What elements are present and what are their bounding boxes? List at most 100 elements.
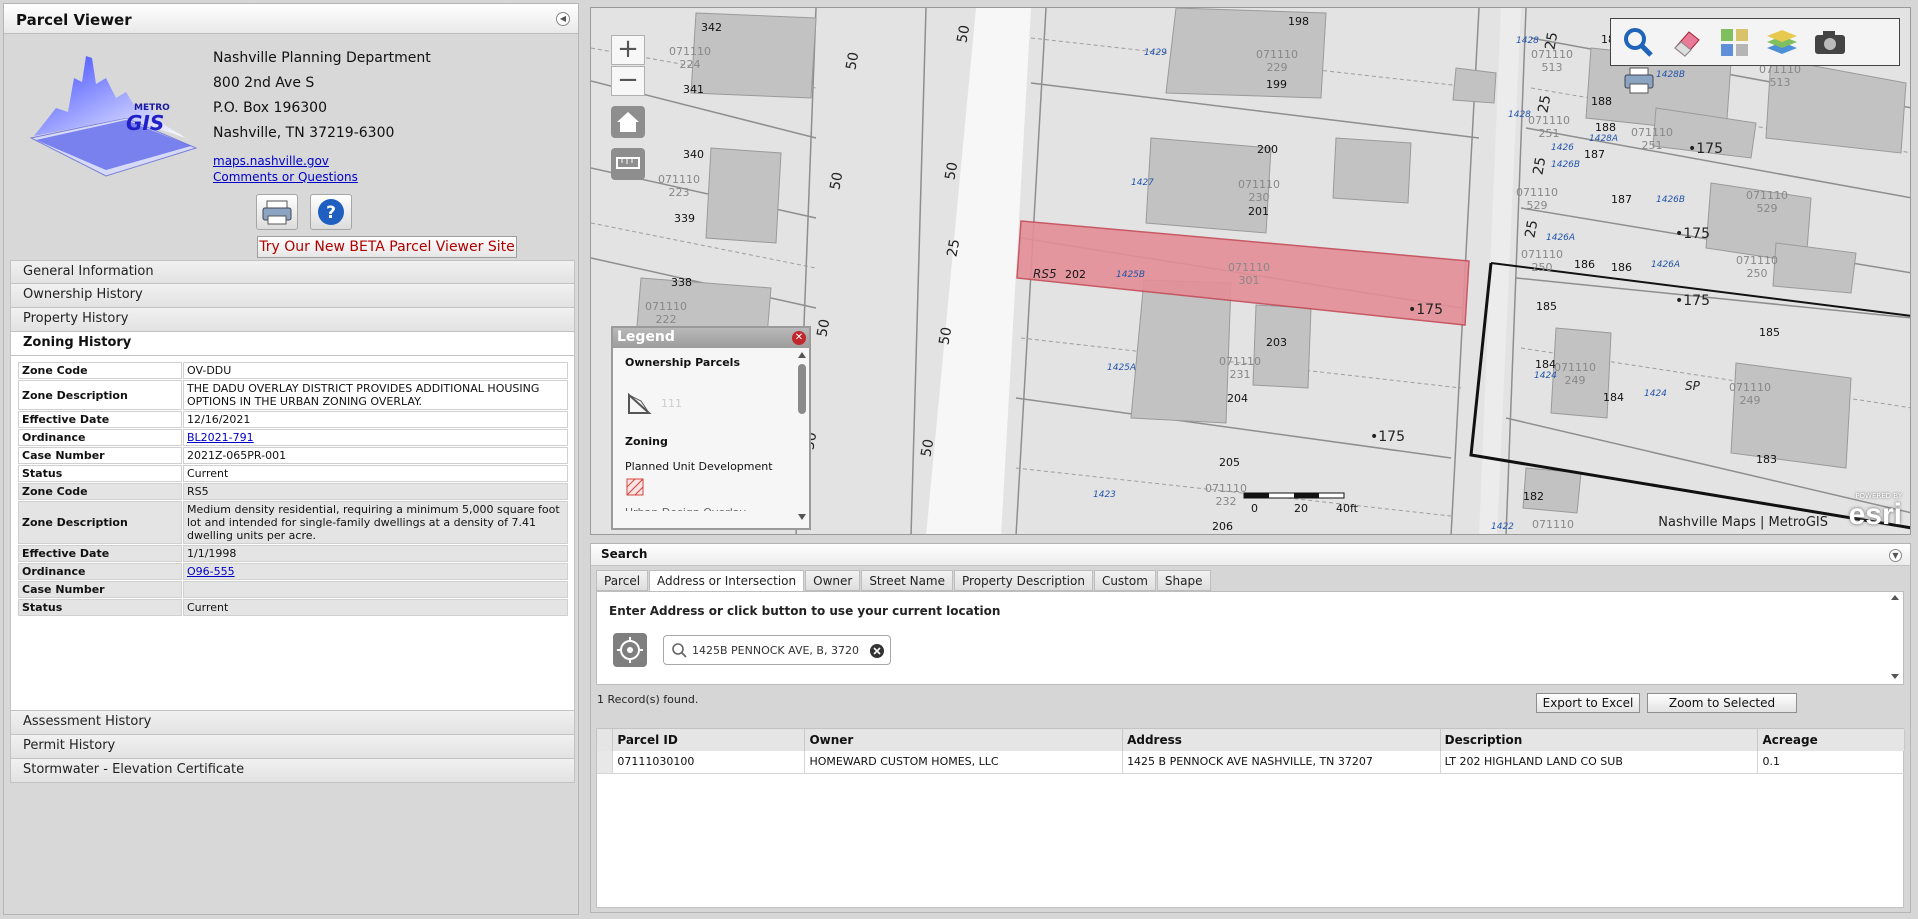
comments-link[interactable]: Comments or Questions	[213, 169, 358, 185]
legend-body[interactable]: Ownership Parcels 111 Zoning Planned Uni…	[613, 348, 809, 528]
column-header-parcel-id[interactable]: Parcel ID	[612, 729, 806, 751]
map-parcel-id: 071110	[1532, 518, 1574, 531]
tab-street-name[interactable]: Street Name	[861, 570, 953, 591]
map-house-number: 1426A	[1546, 233, 1576, 243]
map-label: 203	[1266, 336, 1287, 349]
map-toolbar	[1610, 18, 1900, 94]
elevation-label: 50	[954, 23, 974, 45]
zoom-to-selected-button[interactable]: Zoom to Selected	[1647, 693, 1797, 713]
zoom-in-button[interactable]: +	[611, 35, 645, 65]
zoning-row: Effective Date 1/1/1998	[18, 545, 568, 562]
help-button[interactable]: ?	[309, 194, 352, 230]
column-header-description[interactable]: Description	[1440, 729, 1759, 751]
map-label: 201	[1248, 205, 1269, 218]
map-house-number: 1424	[1534, 371, 1557, 381]
map-house-number: 1426A	[1651, 260, 1681, 270]
camera-icon	[1815, 31, 1846, 54]
collapse-search-icon[interactable]: ▼	[1889, 549, 1902, 562]
ordinance-link[interactable]: O96-555	[187, 565, 235, 578]
map-parcel-id: 071110 230	[1238, 178, 1280, 204]
ordinance-link[interactable]: BL2021-791	[187, 431, 254, 444]
column-header-acreage[interactable]: Acreage	[1757, 729, 1905, 751]
accordion-stormwater-elevation-certificate[interactable]: Stormwater - Elevation Certificate	[10, 759, 575, 783]
address-search-box[interactable]	[663, 635, 891, 665]
print-tool-button[interactable]	[1619, 63, 1659, 99]
zoning-row: Zone Description Medium density residenti…	[18, 501, 568, 544]
search-tool-button[interactable]	[1619, 24, 1659, 60]
eraser-tool-button[interactable]	[1667, 24, 1707, 60]
map-parcel-id: 071110 301	[1228, 261, 1270, 287]
map-house-number: 1428	[1516, 36, 1539, 46]
basemap-gallery-icon	[1720, 29, 1748, 56]
table-row[interactable]: 07111030100 HOMEWARD CUSTOM HOMES, LLC 142…	[597, 751, 1905, 774]
map-house-number: 1426B	[1551, 160, 1581, 170]
tab-shape[interactable]: Shape	[1156, 570, 1211, 591]
zoning-history-panel: Zone Code OV-DDU Zone Description THE DADU …	[10, 356, 575, 711]
map-label: 185	[1536, 300, 1557, 313]
basemap-tool-button[interactable]	[1715, 24, 1755, 60]
elevation-label: 25	[944, 237, 964, 259]
map-house-number: 1428	[1508, 110, 1531, 120]
measure-button[interactable]	[611, 148, 645, 180]
beta-site-button[interactable]: Try Our New BETA Parcel Viewer Site	[257, 236, 517, 258]
website-link[interactable]: maps.nashville.gov	[213, 153, 358, 169]
zoning-field-value: RS5	[183, 483, 568, 500]
export-excel-button[interactable]: Export to Excel	[1536, 693, 1640, 713]
accordion-ownership-history[interactable]: Ownership History	[10, 284, 575, 308]
elevation-label: 50	[936, 325, 956, 347]
address-search-input[interactable]	[692, 641, 860, 659]
accordion-property-history[interactable]: Property History	[10, 308, 575, 332]
zoning-row: Case Number	[18, 581, 568, 598]
clear-icon[interactable]	[868, 642, 886, 660]
printer-icon	[1624, 67, 1654, 94]
zoning-field-value: 2021Z-065PR-001	[183, 447, 568, 464]
collapse-left-icon[interactable]: ◀	[556, 12, 570, 26]
map-label: 206	[1212, 520, 1233, 533]
map-parcel-id: 071110 513	[1531, 48, 1573, 74]
tab-address-or-intersection[interactable]: Address or Intersection	[649, 570, 805, 592]
esri-logo: POWERED BY esri	[1838, 492, 1902, 532]
row-selector[interactable]	[597, 751, 614, 774]
home-button[interactable]	[611, 106, 645, 138]
map-parcel-id: 071110 249	[1554, 361, 1596, 387]
accordion-permit-history[interactable]: Permit History	[10, 735, 575, 759]
print-button[interactable]	[256, 194, 298, 230]
accordion-general-information[interactable]: General Information	[10, 260, 575, 284]
tab-owner[interactable]: Owner	[805, 570, 861, 591]
zoning-row: Ordinance BL2021-791	[18, 429, 568, 446]
zoning-field-label: Effective Date	[18, 545, 182, 562]
column-header-address[interactable]: Address	[1122, 729, 1441, 751]
current-location-button[interactable]	[613, 633, 647, 667]
accordion-zoning-history[interactable]: Zoning History	[10, 332, 575, 356]
legend-layer-zoning: Zoning	[625, 435, 668, 448]
elevation-label: 50	[827, 170, 847, 192]
locate-icon	[617, 637, 643, 663]
tab-parcel[interactable]: Parcel	[596, 570, 649, 591]
map-label: 188	[1595, 121, 1616, 134]
zoom-out-button[interactable]: −	[611, 66, 645, 96]
tab-custom[interactable]: Custom	[1093, 570, 1156, 591]
search-form: Enter Address or click button to use you…	[596, 591, 1904, 685]
search-form-scrollbar[interactable]	[1889, 594, 1901, 684]
close-icon[interactable]: ✕	[792, 331, 806, 345]
zoning-field-value: Medium density residential, requiring a …	[183, 501, 568, 544]
layers-tool-button[interactable]	[1762, 24, 1802, 60]
elevation-label: •175	[1370, 429, 1405, 445]
map-view[interactable]: 342 341 340 339 338 071110 224 071110 223 …	[590, 7, 1911, 535]
map-label: 187	[1611, 193, 1632, 206]
map-label: 198	[1288, 15, 1309, 28]
map-parcel-id: 071110 251	[1631, 126, 1673, 152]
accordion-assessment-history[interactable]: Assessment History	[10, 711, 575, 735]
zoning-field-label: Case Number	[18, 581, 182, 598]
zoning-field-label: Case Number	[18, 447, 182, 464]
map-house-number: 1425A	[1107, 363, 1137, 373]
map-label: 184	[1603, 391, 1624, 404]
zoning-row: Status Current	[18, 599, 568, 616]
map-parcel-id: 071110 224	[669, 45, 711, 71]
tab-property-description[interactable]: Property Description	[954, 570, 1093, 591]
legend-scrollbar[interactable]	[797, 350, 807, 524]
map-label: 182	[1523, 490, 1544, 503]
snapshot-tool-button[interactable]	[1810, 24, 1850, 60]
column-header-owner[interactable]: Owner	[804, 729, 1124, 751]
zoning-field-label: Zone Description	[18, 501, 182, 544]
